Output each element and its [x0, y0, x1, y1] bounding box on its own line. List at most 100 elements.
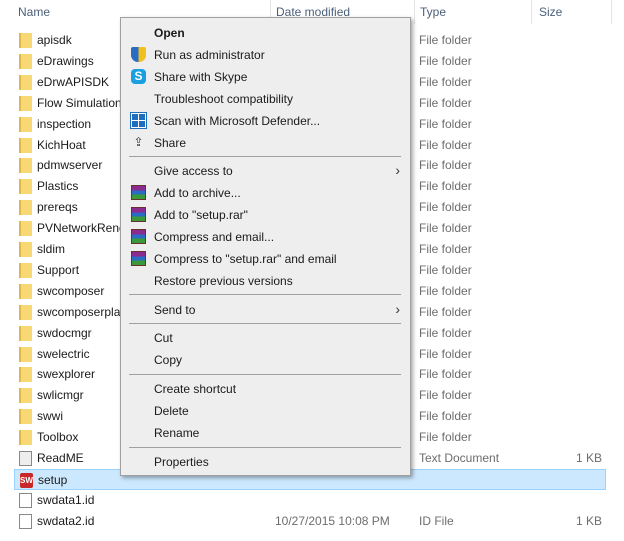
file-type: File folder: [419, 409, 472, 424]
menu-restore-versions[interactable]: Restore previous versions: [121, 270, 410, 292]
file-name: inspection: [37, 116, 92, 131]
menu-separator: [129, 323, 401, 324]
menu-label: Rename: [154, 426, 200, 440]
file-name: Flow Simulation: [37, 95, 122, 110]
file-type: File folder: [419, 430, 472, 445]
menu-label: Scan with Microsoft Defender...: [154, 114, 321, 128]
folder-icon: [19, 388, 32, 404]
submenu-arrow-icon: ›: [395, 301, 400, 317]
menu-rename[interactable]: Rename: [121, 422, 410, 444]
menu-troubleshoot[interactable]: Troubleshoot compatibility: [121, 88, 410, 110]
menu-separator: [129, 447, 401, 448]
winrar-icon: [131, 207, 146, 222]
file-name: swdata2.id: [37, 513, 95, 528]
menu-copy[interactable]: Copy: [121, 349, 410, 371]
menu-open[interactable]: Open: [121, 22, 410, 44]
menu-cut[interactable]: Cut: [121, 327, 410, 349]
file-type: File folder: [419, 367, 472, 382]
menu-separator: [129, 294, 401, 295]
menu-send-to[interactable]: Send to ›: [121, 299, 410, 321]
menu-label: Compress and email...: [154, 230, 275, 244]
menu-label: Run as administrator: [154, 48, 265, 62]
winrar-icon: [131, 229, 146, 244]
defender-icon: [130, 112, 147, 129]
column-type[interactable]: Type: [420, 5, 446, 19]
menu-create-shortcut[interactable]: Create shortcut: [121, 378, 410, 400]
folder-icon: [19, 158, 32, 174]
file-type: File folder: [419, 262, 472, 277]
file-name: swelectric: [37, 346, 90, 361]
file-name: swcomposer: [37, 283, 105, 298]
file-name: swwi: [37, 409, 63, 424]
file-name: swcomposerpla: [37, 304, 121, 319]
menu-compress-setup-email[interactable]: Compress to "setup.rar" and email: [121, 248, 410, 270]
file-name: Plastics: [37, 179, 79, 194]
menu-label: Give access to: [154, 164, 233, 178]
menu-label: Add to "setup.rar": [154, 208, 248, 222]
file-type: File folder: [419, 74, 472, 89]
file-type: File folder: [419, 137, 472, 152]
folder-icon: [19, 95, 32, 111]
file-name: swexplorer: [37, 367, 96, 382]
file-name: swdata1.id: [37, 492, 95, 507]
column-divider[interactable]: [611, 0, 612, 24]
folder-icon: [19, 179, 32, 195]
menu-label: Copy: [154, 353, 183, 367]
file-name: Toolbox: [37, 430, 79, 445]
column-size[interactable]: Size: [539, 5, 562, 19]
folder-icon: [19, 137, 32, 153]
skype-icon: S: [131, 69, 146, 84]
column-divider[interactable]: [414, 0, 415, 24]
file-name: eDrawings: [37, 53, 94, 68]
file-name: PVNetworkRend: [37, 221, 126, 236]
menu-label: Delete: [154, 404, 189, 418]
file-date: 10/27/2015 10:08 PM: [275, 513, 390, 528]
file-type: File folder: [419, 304, 472, 319]
folder-icon: [19, 346, 32, 362]
folder-icon: [19, 262, 32, 278]
menu-label: Restore previous versions: [154, 274, 293, 288]
menu-properties[interactable]: Properties: [121, 451, 410, 473]
menu-scan-defender[interactable]: Scan with Microsoft Defender...: [121, 110, 410, 132]
file-size: 1 KB: [575, 451, 602, 465]
folder-icon: [19, 367, 32, 383]
folder-icon: [19, 116, 32, 132]
file-type: File folder: [419, 95, 472, 110]
menu-add-setup-rar[interactable]: Add to "setup.rar": [121, 204, 410, 226]
file-type: File folder: [419, 388, 472, 403]
file-type: File folder: [419, 346, 472, 361]
file-type: File folder: [419, 200, 472, 215]
winrar-icon: [131, 185, 146, 200]
solidworks-app-icon: SW: [20, 472, 33, 488]
file-icon: [19, 513, 32, 529]
menu-compress-email[interactable]: Compress and email...: [121, 226, 410, 248]
folder-icon: [19, 283, 32, 299]
menu-separator: [129, 374, 401, 375]
menu-delete[interactable]: Delete: [121, 400, 410, 422]
file-name: apisdk: [37, 33, 72, 47]
file-row[interactable]: swdata1.id: [14, 490, 606, 511]
text-document-icon: [19, 451, 32, 466]
menu-label: Share: [154, 136, 187, 150]
file-name: eDrwAPISDK: [37, 74, 110, 89]
file-icon: [19, 492, 32, 508]
file-name: setup: [38, 472, 68, 487]
folder-icon: [19, 409, 32, 425]
file-type: File folder: [419, 179, 472, 194]
sort-arrow-icon: ^: [134, 0, 139, 5]
file-row[interactable]: swdata2.id 10/27/2015 10:08 PM ID File 1…: [14, 511, 606, 532]
menu-share-skype[interactable]: S Share with Skype: [121, 66, 410, 88]
file-type: File folder: [419, 325, 472, 340]
menu-add-archive[interactable]: Add to archive...: [121, 182, 410, 204]
file-type: File folder: [419, 221, 472, 236]
column-name[interactable]: Name: [18, 5, 50, 19]
menu-share[interactable]: ⇪ Share: [121, 132, 410, 154]
file-type: File folder: [419, 158, 472, 173]
menu-run-as-admin[interactable]: Run as administrator: [121, 44, 410, 66]
file-type: File folder: [419, 242, 472, 256]
column-divider[interactable]: [531, 0, 532, 24]
menu-give-access[interactable]: Give access to ›: [121, 160, 410, 182]
uac-shield-icon: [131, 47, 146, 62]
file-name: sldim: [37, 242, 66, 256]
file-type: File folder: [419, 283, 472, 298]
